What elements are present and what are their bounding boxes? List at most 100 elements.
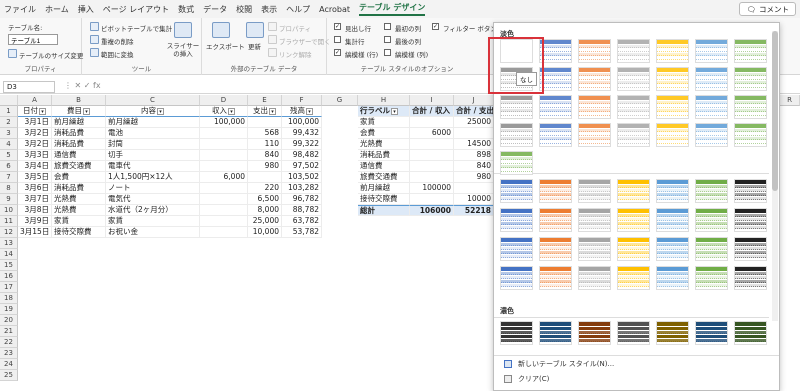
table-cell[interactable]: 100,000 — [200, 117, 248, 128]
filter-dropdown-icon[interactable]: ▾ — [228, 107, 235, 115]
table-cell[interactable]: 110 — [248, 139, 282, 150]
table-cell[interactable]: 568 — [248, 128, 282, 139]
pivot-table-button[interactable]: ピボットテーブルで集計 — [101, 23, 172, 33]
select-all-corner[interactable] — [0, 95, 18, 106]
medium-style-thumb[interactable] — [734, 266, 767, 290]
row-header[interactable]: 22 — [0, 337, 18, 348]
table-cell[interactable]: 3月9日 — [18, 216, 52, 227]
light-style-thumb[interactable] — [656, 39, 689, 63]
medium-style-thumb[interactable] — [656, 208, 689, 232]
table-cell[interactable]: 切手 — [106, 150, 200, 161]
dark-style-thumb[interactable] — [578, 321, 611, 345]
row-header[interactable]: 7 — [0, 172, 18, 183]
column-header[interactable]: G — [322, 95, 358, 106]
medium-style-thumb[interactable] — [500, 208, 533, 232]
medium-style-thumb[interactable] — [500, 266, 533, 290]
pivot-cell[interactable]: 10000 — [454, 194, 494, 205]
light-style-thumb[interactable] — [539, 123, 572, 147]
medium-style-thumb[interactable] — [539, 208, 572, 232]
row-header[interactable]: 16 — [0, 271, 18, 282]
pivot-header-cell[interactable]: 合計 / 支出 — [454, 106, 494, 117]
row-header[interactable]: 8 — [0, 183, 18, 194]
light-style-thumb[interactable] — [695, 39, 728, 63]
open-in-browser-button[interactable]: ブラウザーで開く — [279, 36, 331, 46]
light-style-thumb[interactable] — [734, 39, 767, 63]
pivot-cell[interactable] — [410, 117, 454, 128]
pivot-cell[interactable]: 100000 — [410, 183, 454, 194]
menu-tab[interactable]: 表示 — [261, 4, 277, 15]
table-cell[interactable] — [200, 150, 248, 161]
table-cell[interactable]: 通信費 — [52, 150, 106, 161]
menu-tab[interactable]: 挿入 — [78, 4, 94, 15]
pivot-cell[interactable]: 家賃 — [358, 117, 410, 128]
medium-style-thumb[interactable] — [617, 266, 650, 290]
table-cell[interactable]: 会費 — [52, 172, 106, 183]
light-style-thumb[interactable] — [734, 67, 767, 91]
column-header[interactable]: R — [780, 95, 800, 106]
remove-duplicates-button[interactable]: 重複の削除 — [101, 36, 134, 46]
table-cell[interactable]: 63,782 — [282, 216, 322, 227]
first-column-checkbox[interactable] — [384, 23, 391, 30]
pivot-cell[interactable]: 前月繰越 — [358, 183, 410, 194]
pivot-cell[interactable]: 旅費交通費 — [358, 172, 410, 183]
dark-style-thumb[interactable] — [695, 321, 728, 345]
table-name-input[interactable] — [8, 34, 58, 45]
row-header[interactable]: 12 — [0, 227, 18, 238]
row-header[interactable]: 18 — [0, 293, 18, 304]
gallery-scrollbar[interactable] — [772, 31, 778, 321]
pivot-total-cell[interactable]: 総計 — [358, 205, 410, 216]
table-cell[interactable]: 98,482 — [282, 150, 322, 161]
row-header[interactable]: 25 — [0, 370, 18, 381]
medium-style-thumb[interactable] — [578, 179, 611, 203]
medium-style-thumb[interactable] — [734, 237, 767, 261]
table-cell[interactable]: 3月1日 — [18, 117, 52, 128]
name-box[interactable]: D3 — [3, 81, 55, 93]
filter-dropdown-icon[interactable]: ▾ — [39, 107, 46, 115]
row-header[interactable]: 19 — [0, 304, 18, 315]
table-cell[interactable]: 3月6日 — [18, 183, 52, 194]
pivot-total-cell[interactable]: 106000 — [410, 205, 454, 216]
filter-dropdown-icon[interactable]: ▾ — [269, 107, 276, 115]
row-header[interactable]: 10 — [0, 205, 18, 216]
medium-style-thumb[interactable] — [656, 179, 689, 203]
table-cell[interactable]: 88,782 — [282, 205, 322, 216]
insert-slicer-button[interactable]: スライサーの挿入 — [166, 42, 200, 58]
table-cell[interactable]: 8,000 — [248, 205, 282, 216]
pivot-cell[interactable] — [454, 128, 494, 139]
column-header[interactable]: J — [454, 95, 494, 106]
medium-style-thumb[interactable] — [695, 179, 728, 203]
table-header-cell[interactable]: 日付 ▾ — [18, 106, 52, 117]
table-cell[interactable]: 53,782 — [282, 227, 322, 238]
table-cell[interactable]: 3月2日 — [18, 139, 52, 150]
pivot-cell[interactable] — [410, 139, 454, 150]
column-header[interactable]: C — [106, 95, 200, 106]
medium-style-thumb[interactable] — [539, 179, 572, 203]
light-style-thumb[interactable] — [695, 123, 728, 147]
column-header[interactable]: E — [248, 95, 282, 106]
table-cell[interactable] — [200, 183, 248, 194]
row-header[interactable]: 17 — [0, 282, 18, 293]
menu-tab[interactable]: Acrobat — [319, 5, 350, 14]
pivot-cell[interactable]: 光熱費 — [358, 139, 410, 150]
table-cell[interactable]: 99,432 — [282, 128, 322, 139]
table-cell[interactable]: 6,500 — [248, 194, 282, 205]
table-cell[interactable]: 家賃 — [52, 216, 106, 227]
light-style-thumb[interactable] — [617, 123, 650, 147]
table-cell[interactable] — [200, 128, 248, 139]
table-cell[interactable]: 980 — [248, 161, 282, 172]
pivot-header-cell[interactable]: 行ラベル ▾ — [358, 106, 410, 117]
table-cell[interactable] — [200, 227, 248, 238]
refresh-button[interactable]: 更新 — [248, 41, 261, 51]
column-header[interactable]: A — [18, 95, 52, 106]
comment-button[interactable]: 🗨 コメント — [739, 2, 796, 16]
unlink-button[interactable]: リンク解除 — [279, 49, 312, 59]
light-style-thumb[interactable] — [578, 95, 611, 119]
formula-bar-icons[interactable]: ⋮ ✕ ✓ fx — [64, 81, 101, 90]
table-cell[interactable]: 旅費交通費 — [52, 161, 106, 172]
table-cell[interactable] — [248, 172, 282, 183]
table-cell[interactable]: ノート — [106, 183, 200, 194]
table-cell[interactable]: 封筒 — [106, 139, 200, 150]
row-header[interactable]: 1 — [0, 106, 18, 117]
table-cell[interactable]: 10,000 — [248, 227, 282, 238]
menu-tab[interactable]: 校閲 — [236, 4, 252, 15]
